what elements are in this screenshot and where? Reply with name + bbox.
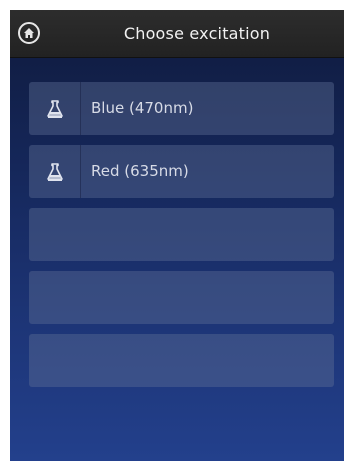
item-label: Red (635nm) xyxy=(91,162,189,180)
empty-list-slot xyxy=(29,271,334,324)
flask-icon xyxy=(46,99,63,118)
item-icon-cell xyxy=(29,82,81,135)
item-icon-cell xyxy=(29,145,81,198)
empty-list-slot xyxy=(29,334,334,387)
excitation-option-red[interactable]: Red (635nm) xyxy=(29,145,334,198)
header-bar: Choose excitation xyxy=(10,10,344,58)
empty-list-slot xyxy=(29,208,334,261)
flask-icon xyxy=(46,162,63,181)
home-button[interactable] xyxy=(18,22,40,44)
item-label: Blue (470nm) xyxy=(91,99,194,117)
excitation-list: Blue (470nm) Red (635nm) xyxy=(29,82,334,397)
page-title: Choose excitation xyxy=(123,24,271,43)
excitation-option-blue[interactable]: Blue (470nm) xyxy=(29,82,334,135)
home-icon xyxy=(24,28,34,38)
app-screen: Choose excitation Blue (470nm) Red (635n… xyxy=(10,10,344,461)
